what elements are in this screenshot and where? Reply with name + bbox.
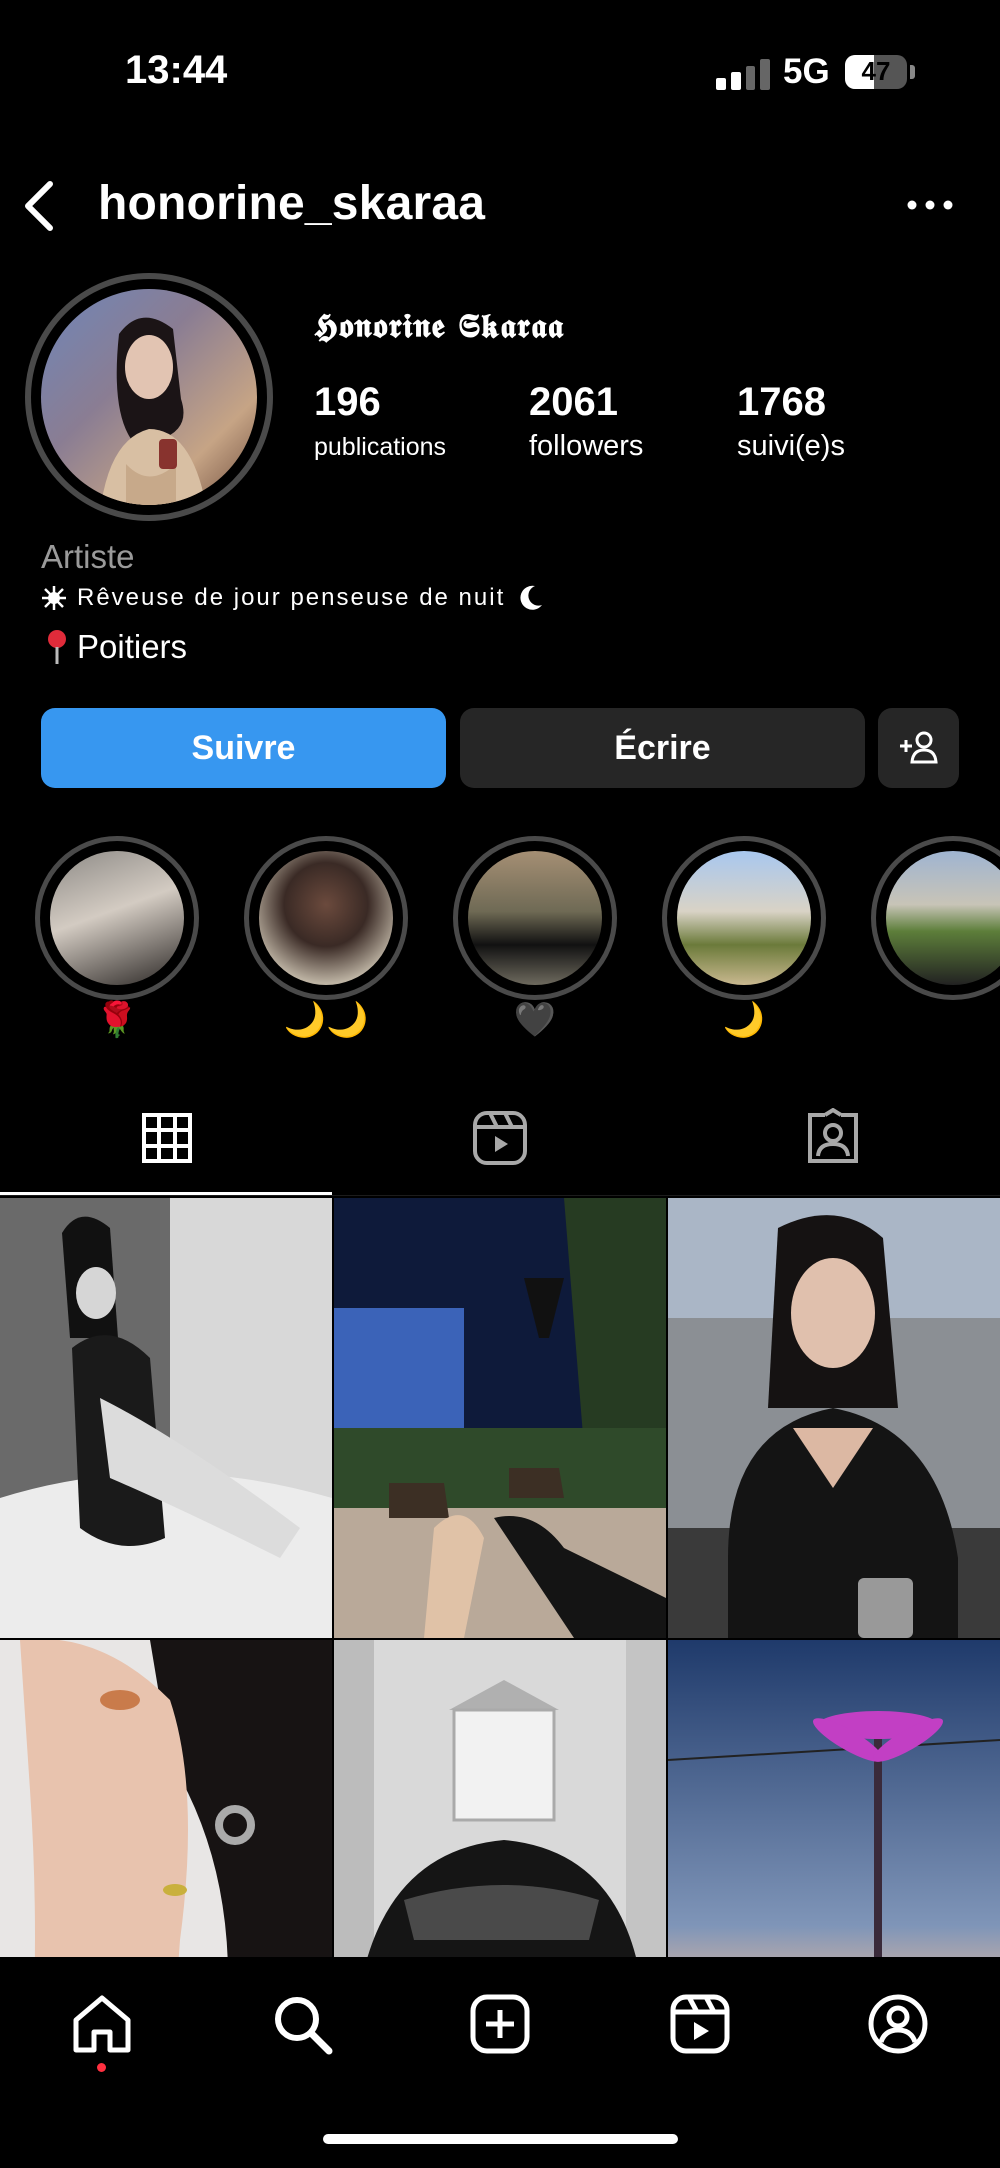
- follow-button[interactable]: Suivre: [41, 708, 446, 788]
- reels-tab-icon[interactable]: [470, 1108, 530, 1168]
- grid-tab-icon[interactable]: [137, 1108, 197, 1168]
- profile-icon[interactable]: [866, 1992, 930, 2056]
- display-name: 𝕳𝖔𝖓𝖔𝖗𝖎𝖓𝖊 𝕾𝖐𝖆𝖗𝖆𝖆: [314, 306, 565, 345]
- suggest-users-button[interactable]: [878, 708, 959, 788]
- stat-following-label: suivi(e)s: [737, 430, 845, 462]
- tabs-divider: [0, 1195, 1000, 1196]
- more-options-icon[interactable]: [900, 190, 960, 220]
- grid-post-2[interactable]: [334, 1198, 666, 1638]
- highlight-1-label: 🌹: [95, 1001, 139, 1039]
- profile-username: honorine_skaraa: [98, 177, 486, 230]
- stat-posts-count: 196: [314, 380, 381, 424]
- search-icon[interactable]: [270, 1992, 334, 2056]
- add-user-icon: [899, 731, 938, 764]
- create-icon[interactable]: [468, 1992, 532, 2056]
- highlight-2[interactable]: [244, 836, 408, 1000]
- tagged-tab-icon[interactable]: [803, 1107, 863, 1168]
- profile-bio: Rêveuse de jour penseuse de nuit: [41, 583, 545, 613]
- stat-followers[interactable]: 2061 followers: [529, 380, 643, 463]
- battery-icon: 47: [845, 55, 907, 89]
- pin-icon: [48, 630, 66, 664]
- stat-following[interactable]: 1768 suivi(e)s: [737, 380, 845, 463]
- stat-posts[interactable]: 196 publications: [314, 380, 446, 462]
- highlight-2-label: 🌙🌙: [283, 1001, 369, 1039]
- bio-text: Rêveuse de jour penseuse de nuit: [77, 584, 506, 611]
- highlight-4-label: 🌙: [722, 1001, 766, 1039]
- stat-followers-count: 2061: [529, 380, 618, 424]
- location-text: Poitiers: [77, 628, 188, 665]
- grid-post-1[interactable]: [0, 1198, 332, 1638]
- home-indicator: [323, 2134, 678, 2144]
- stat-posts-label: publications: [314, 433, 447, 461]
- message-button[interactable]: Écrire: [460, 708, 865, 788]
- reels-icon[interactable]: [668, 1992, 732, 2056]
- profile-location: Poitiers: [45, 628, 187, 666]
- profile-avatar[interactable]: [25, 273, 273, 521]
- avatar: [41, 289, 257, 505]
- stat-following-count: 1768: [737, 380, 826, 424]
- home-icon[interactable]: [70, 1992, 134, 2056]
- highlight-3[interactable]: [453, 836, 617, 1000]
- grid-post-3[interactable]: [668, 1198, 1000, 1638]
- sparkle-icon: [42, 586, 66, 610]
- status-time: 13:44: [125, 48, 228, 92]
- highlight-3-label: 🖤: [513, 1001, 557, 1039]
- active-tab-indicator: [0, 1192, 332, 1195]
- highlight-4[interactable]: [662, 836, 826, 1000]
- battery-percent: 47: [861, 56, 891, 86]
- highlight-1[interactable]: [35, 836, 199, 1000]
- back-icon[interactable]: [18, 178, 62, 234]
- network-type: 5G: [783, 52, 830, 91]
- notification-dot: [97, 2063, 106, 2072]
- highlight-5[interactable]: [871, 836, 1000, 1000]
- stat-followers-label: followers: [529, 430, 644, 462]
- signal-icon: [716, 58, 770, 90]
- battery-cap: [910, 65, 915, 79]
- moon-icon: [520, 585, 543, 610]
- profile-category: Artiste: [41, 538, 135, 575]
